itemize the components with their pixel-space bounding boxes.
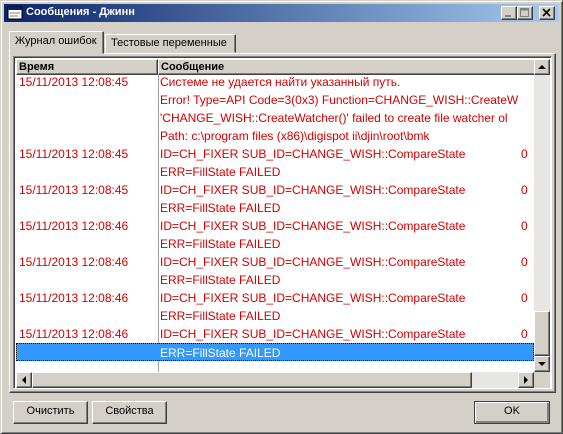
column-header-message[interactable]: Сообщение — [158, 59, 536, 75]
row-extra-value: 0 — [521, 291, 528, 305]
scroll-left-button[interactable] — [16, 372, 32, 388]
row-extra-value: 0 — [521, 219, 528, 233]
close-icon — [542, 8, 551, 17]
scroll-right-button[interactable] — [518, 372, 534, 388]
vertical-scroll-thumb[interactable] — [534, 311, 550, 356]
minimize-icon — [505, 15, 511, 17]
table-row[interactable]: 15/11/2013 12:08:46 ID=CH_FIXER SUB_ID=CH… — [16, 289, 534, 307]
row-extra-value: 0 — [521, 147, 528, 161]
table-row[interactable]: 15/11/2013 12:08:46 ID=CH_FIXER SUB_ID=CH… — [16, 253, 534, 271]
table-row-selected[interactable]: ERR=FillState FAILED — [16, 343, 534, 361]
table-row[interactable]: 'CHANGE_WISH::CreateWatcher()' failed to… — [16, 109, 534, 127]
error-log-list[interactable]: Время Сообщение 15/11/2013 12:08:45 Систе… — [13, 56, 552, 389]
row-extra-value: 0 — [521, 327, 528, 341]
arrow-left-icon — [22, 376, 26, 384]
row-message: ERR=FillState FAILED — [160, 201, 281, 215]
row-message: ID=CH_FIXER SUB_ID=CHANGE_WISH::CompareS… — [160, 147, 466, 161]
row-time: 15/11/2013 12:08:45 — [19, 75, 129, 89]
row-message: ERR=FillState FAILED — [160, 165, 281, 179]
title-bar[interactable]: Сообщения - Джинн — [4, 4, 559, 22]
arrow-down-icon — [538, 362, 546, 366]
row-message: ERR=FillState FAILED — [160, 237, 281, 251]
arrow-right-icon — [524, 376, 528, 384]
maximize-icon — [520, 8, 529, 17]
row-message: ERR=FillState FAILED — [160, 309, 281, 323]
row-message: Системе не удается найти указанный путь. — [160, 75, 401, 89]
ok-button[interactable]: OK — [474, 401, 550, 424]
close-button[interactable] — [539, 6, 555, 20]
table-row[interactable]: ERR=FillState FAILED — [16, 163, 534, 181]
row-time: 15/11/2013 12:08:45 — [19, 183, 129, 197]
row-message: Path: c:\program files (x86)\digispot ii… — [160, 129, 430, 143]
table-row[interactable]: 15/11/2013 12:08:45 ID=CH_FIXER SUB_ID=CH… — [16, 145, 534, 163]
table-row[interactable]: 15/11/2013 12:08:46 ID=CH_FIXER SUB_ID=CH… — [16, 217, 534, 235]
row-extra-value: 0 — [521, 255, 528, 269]
row-message: ID=CH_FIXER SUB_ID=CHANGE_WISH::CompareS… — [160, 291, 466, 305]
row-message: 'CHANGE_WISH::CreateWatcher()' failed to… — [160, 111, 508, 125]
horizontal-scroll-thumb[interactable] — [32, 372, 472, 388]
table-row[interactable]: ERR=FillState FAILED — [16, 235, 534, 253]
row-message: ID=CH_FIXER SUB_ID=CHANGE_WISH::CompareS… — [160, 255, 466, 269]
tab-error-log[interactable]: Журнал ошибок — [9, 31, 104, 54]
row-message: ID=CH_FIXER SUB_ID=CHANGE_WISH::CompareS… — [160, 327, 466, 341]
list-rows: 15/11/2013 12:08:45 Системе не удается на… — [16, 75, 534, 372]
table-row[interactable]: Error! Type=API Code=3(0x3) Function=CHA… — [16, 91, 534, 109]
row-time: 15/11/2013 12:08:46 — [19, 219, 129, 233]
row-time: 15/11/2013 12:08:45 — [19, 147, 129, 161]
minimize-button[interactable] — [501, 6, 517, 20]
scroll-up-button[interactable] — [534, 59, 550, 75]
table-row[interactable]: 15/11/2013 12:08:46 ID=CH_FIXER SUB_ID=CH… — [16, 325, 534, 343]
row-time: 15/11/2013 12:08:46 — [19, 327, 129, 341]
row-message: ERR=FillState FAILED — [160, 346, 281, 360]
row-message: ID=CH_FIXER SUB_ID=CHANGE_WISH::CompareS… — [160, 183, 466, 197]
row-message: Error! Type=API Code=3(0x3) Function=CHA… — [160, 93, 519, 107]
vertical-scrollbar[interactable] — [534, 59, 550, 372]
arrow-up-icon — [538, 65, 546, 69]
row-message: ID=CH_FIXER SUB_ID=CHANGE_WISH::CompareS… — [160, 219, 466, 233]
column-header-time[interactable]: Время — [16, 59, 158, 75]
horizontal-scrollbar[interactable] — [16, 372, 534, 388]
row-message: ERR=FillState FAILED — [160, 273, 281, 287]
list-header: Время Сообщение — [16, 59, 551, 75]
scroll-down-button[interactable] — [534, 356, 550, 372]
table-row[interactable]: 15/11/2013 12:08:45 ID=CH_FIXER SUB_ID=CH… — [16, 181, 534, 199]
row-time: 15/11/2013 12:08:46 — [19, 291, 129, 305]
table-row[interactable]: ERR=FillState FAILED — [16, 307, 534, 325]
tab-test-variables[interactable]: Тестовые переменные — [105, 34, 236, 53]
app-icon — [7, 6, 23, 20]
row-extra-value: 0 — [521, 183, 528, 197]
row-time: 15/11/2013 12:08:46 — [19, 255, 129, 269]
window-title: Сообщения - Джинн — [26, 6, 135, 18]
maximize-button[interactable] — [517, 6, 533, 20]
table-row[interactable]: Path: c:\program files (x86)\digispot ii… — [16, 127, 534, 145]
table-row[interactable]: 15/11/2013 12:08:45 Системе не удается на… — [16, 75, 534, 91]
clear-button[interactable]: Очистить — [13, 401, 88, 424]
properties-button[interactable]: Свойства — [92, 401, 167, 424]
table-row[interactable]: ERR=FillState FAILED — [16, 199, 534, 217]
table-row[interactable]: ERR=FillState FAILED — [16, 271, 534, 289]
scrollbar-corner — [534, 372, 550, 388]
messages-window: Сообщения - Джинн Журнал ошибок Тестовые… — [0, 0, 563, 434]
